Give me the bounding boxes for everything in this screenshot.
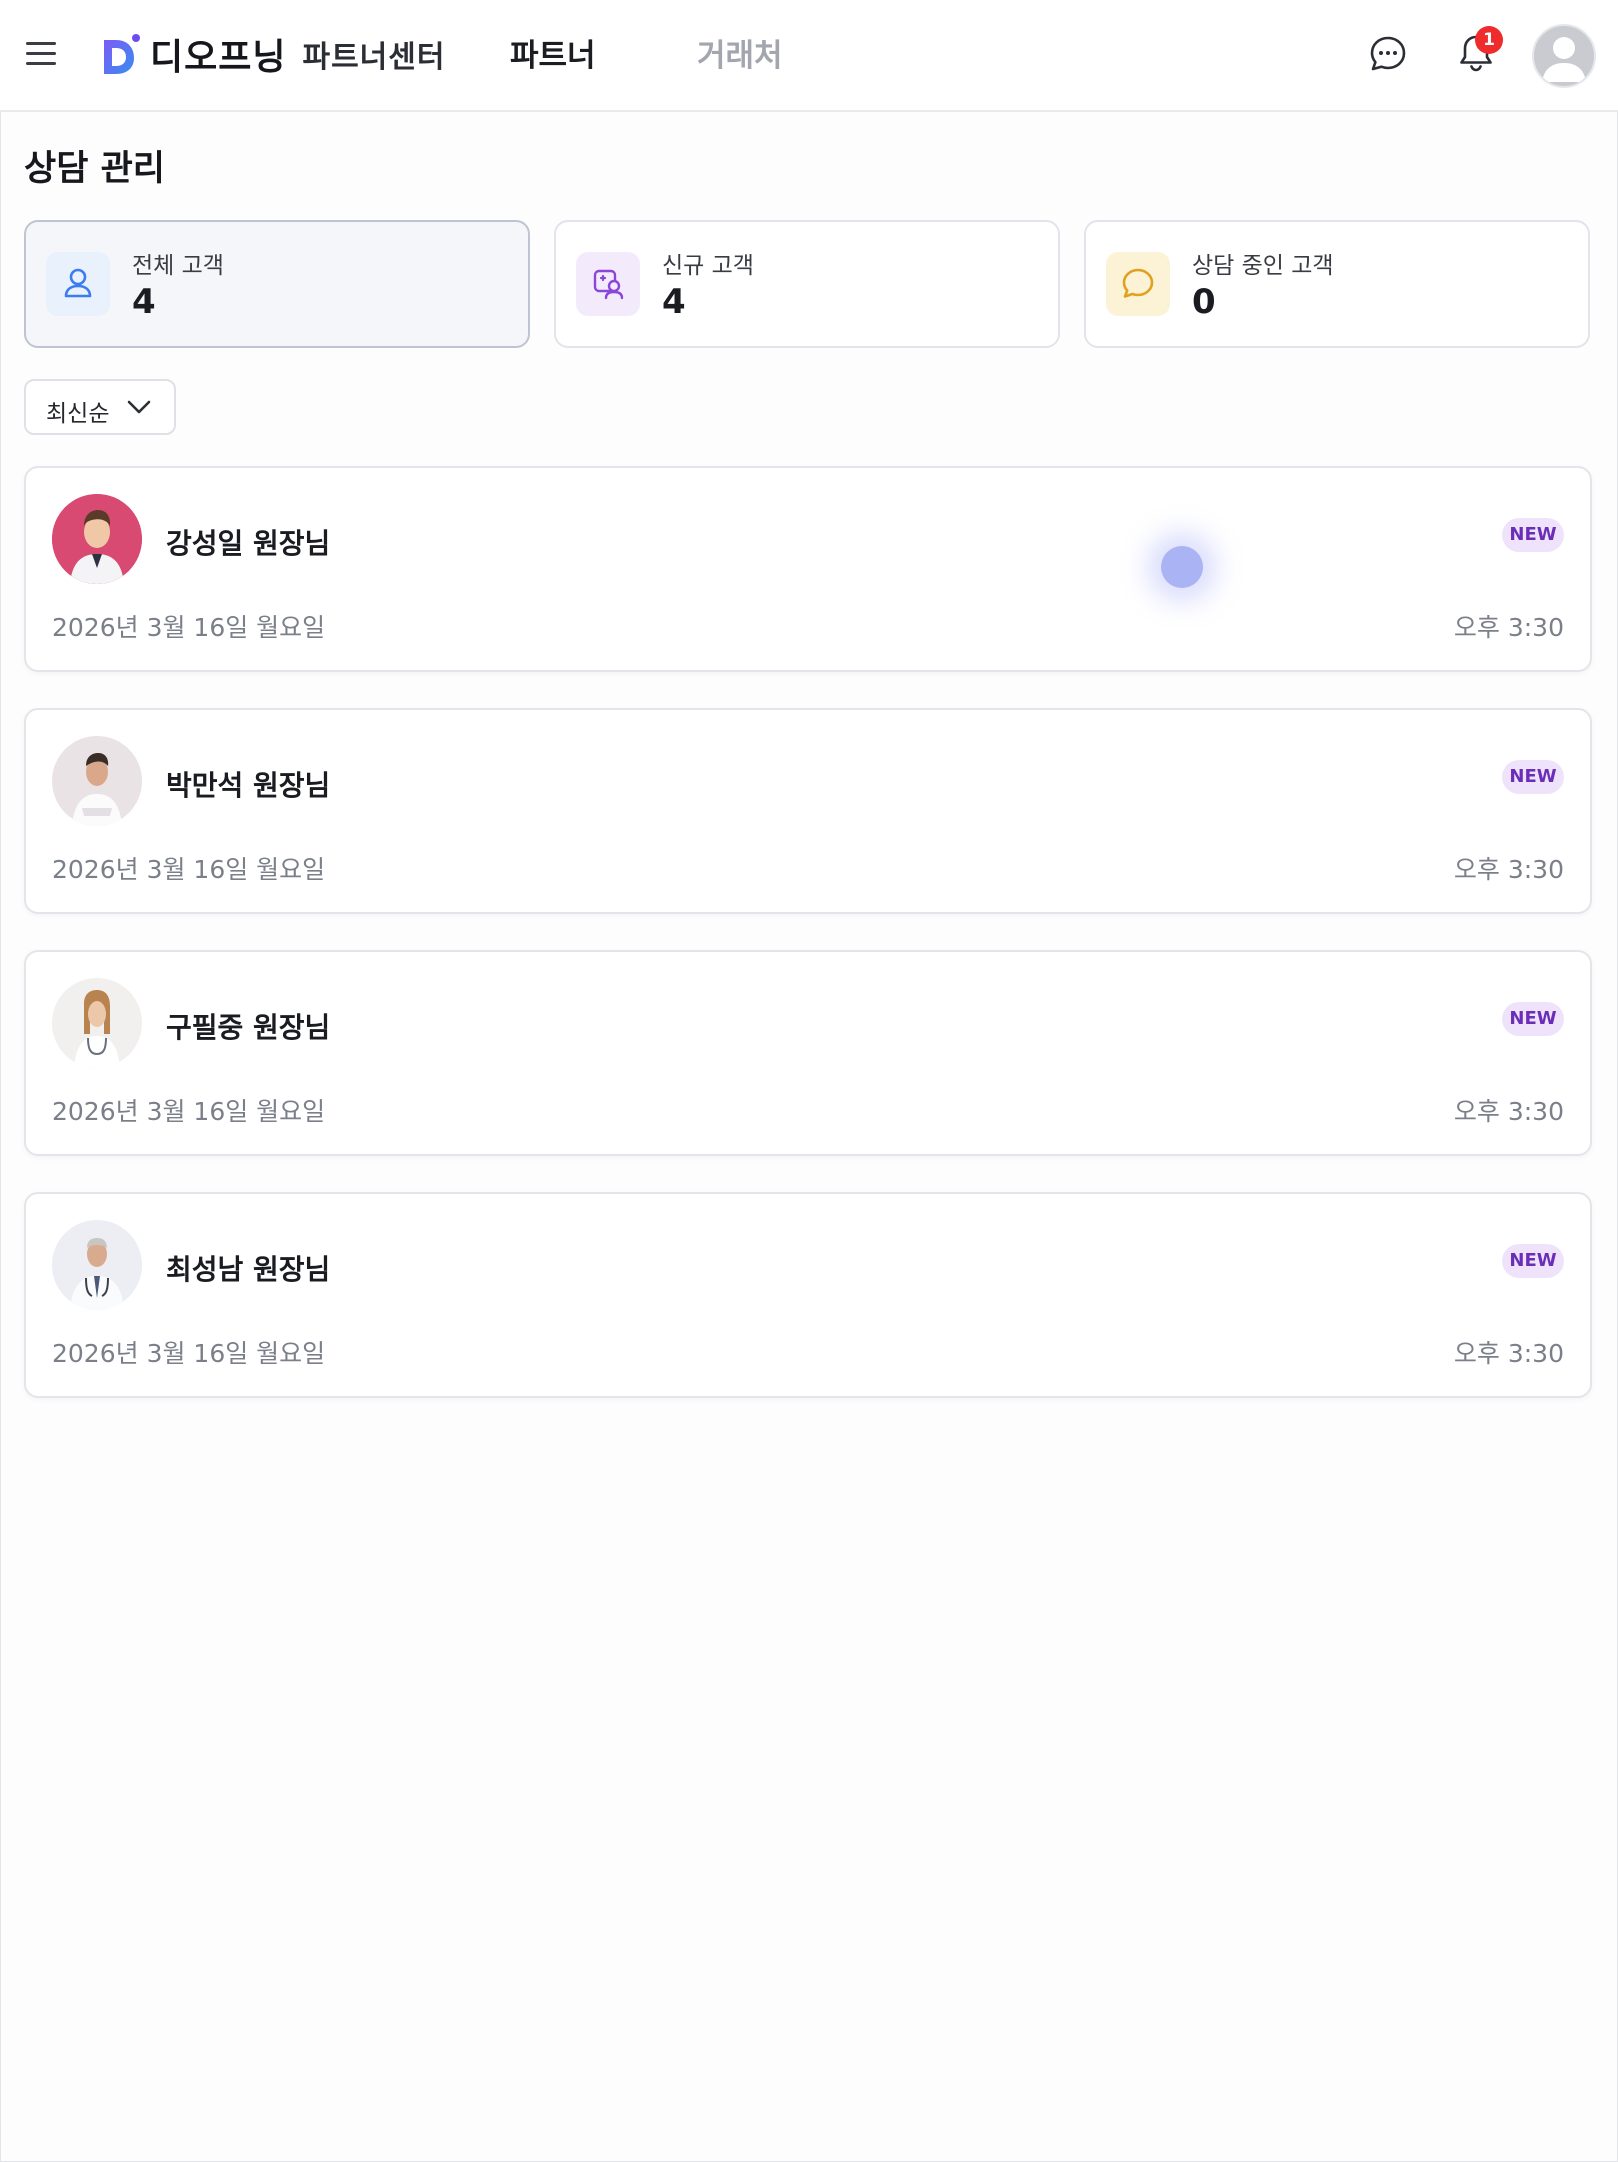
stat-card-total[interactable]: 전체 고객 4 (24, 220, 530, 348)
customer-date: 2026년 3월 16일 월요일 (52, 1097, 326, 1126)
stat-label: 상담 중인 고객 (1192, 253, 1334, 279)
logo-text: 디오프닝 (150, 37, 287, 78)
customer-card[interactable]: 박만석 원장님 NEW 2026년 3월 16일 월요일 오후 3:30 (24, 708, 1592, 914)
customer-time: 오후 3:30 (1453, 1339, 1564, 1368)
chat-bubble-icon (1106, 252, 1170, 316)
logo-subtitle: 파트너센터 (302, 40, 446, 75)
new-badge: NEW (1502, 1002, 1564, 1036)
customer-avatar (52, 494, 142, 584)
chat-icon[interactable] (1368, 34, 1408, 74)
customer-card[interactable]: 구필중 원장님 NEW 2026년 3월 16일 월요일 오후 3:30 (24, 950, 1592, 1156)
page-title: 상담 관리 (24, 149, 165, 189)
stat-card-new[interactable]: 신규 고객 4 (554, 220, 1060, 348)
stat-label: 신규 고객 (662, 253, 754, 279)
customer-date: 2026년 3월 16일 월요일 (52, 855, 326, 884)
customer-card[interactable]: 강성일 원장님 NEW 2026년 3월 16일 월요일 오후 3:30 (24, 466, 1592, 672)
new-user-icon (576, 252, 640, 316)
customer-avatar (52, 1220, 142, 1310)
tab-partner[interactable]: 파트너 (510, 30, 596, 75)
logo[interactable]: 디오프닝 파트너센터 (100, 26, 445, 82)
sort-dropdown[interactable]: 최신순 (24, 379, 176, 435)
new-badge: NEW (1502, 760, 1564, 794)
profile-avatar[interactable] (1532, 24, 1596, 88)
stat-value: 4 (132, 282, 156, 322)
stat-card-in-consultation[interactable]: 상담 중인 고객 0 (1084, 220, 1590, 348)
customer-time: 오후 3:30 (1453, 855, 1564, 884)
new-badge: NEW (1502, 1244, 1564, 1278)
customer-date: 2026년 3월 16일 월요일 (52, 613, 326, 642)
top-header: 디오프닝 파트너센터 파트너 거래처 1 (0, 0, 1618, 112)
customer-name: 최성남 원장님 (166, 1253, 331, 1286)
customer-time: 오후 3:30 (1453, 613, 1564, 642)
customer-card[interactable]: 최성남 원장님 NEW 2026년 3월 16일 월요일 오후 3:30 (24, 1192, 1592, 1398)
tab-vendor[interactable]: 거래처 (697, 30, 783, 75)
menu-icon[interactable] (26, 39, 58, 67)
sort-label: 최신순 (46, 401, 110, 427)
stat-value: 4 (662, 282, 686, 322)
new-badge: NEW (1502, 518, 1564, 552)
stat-label: 전체 고객 (132, 253, 224, 279)
user-icon (46, 252, 110, 316)
logo-mark-icon (104, 34, 140, 74)
customer-name: 구필중 원장님 (166, 1011, 331, 1044)
customer-avatar (52, 978, 142, 1068)
user-silhouette-icon (1542, 37, 1586, 82)
customer-date: 2026년 3월 16일 월요일 (52, 1339, 326, 1368)
notification-badge: 1 (1475, 26, 1503, 54)
chevron-down-icon (127, 400, 151, 414)
customer-time: 오후 3:30 (1453, 1097, 1564, 1126)
touch-indicator (1161, 546, 1203, 588)
customer-name: 박만석 원장님 (166, 769, 331, 802)
stat-value: 0 (1192, 282, 1216, 322)
customer-name: 강성일 원장님 (166, 527, 331, 560)
customer-avatar (52, 736, 142, 826)
